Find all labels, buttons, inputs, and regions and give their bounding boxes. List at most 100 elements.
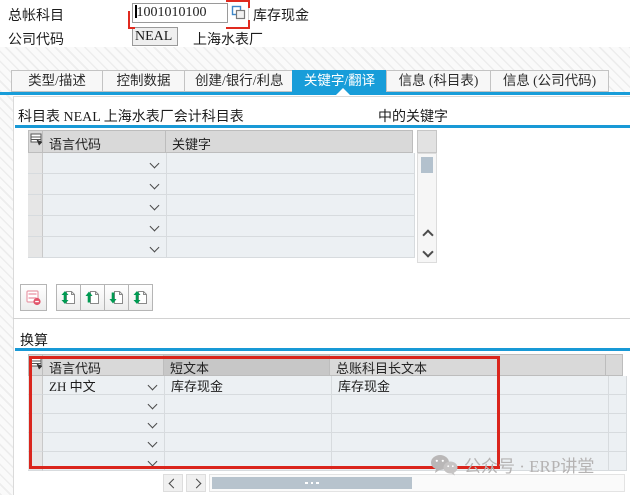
keyword-cell[interactable] — [167, 237, 415, 258]
language-dropdown[interactable] — [43, 216, 167, 237]
delete-row-icon — [25, 289, 42, 306]
horizontal-scrollbar-thumb[interactable] — [212, 477, 412, 489]
translation-col-language[interactable]: 语言代码 — [42, 354, 164, 376]
row-selector[interactable] — [28, 452, 43, 471]
language-dropdown[interactable] — [43, 153, 167, 174]
language-dropdown[interactable] — [43, 414, 165, 433]
extra-cell — [609, 414, 627, 433]
row-selector[interactable] — [28, 195, 43, 216]
delete-row-button[interactable] — [20, 284, 47, 311]
chevron-down-icon — [148, 380, 158, 390]
wechat-icon — [430, 454, 458, 476]
translation-col-long-text[interactable]: 总账科目长文本 — [329, 354, 606, 376]
chevron-down-icon — [150, 158, 160, 168]
language-dropdown[interactable] — [43, 237, 167, 258]
long-text-cell[interactable]: 库存现金 — [332, 376, 609, 395]
multiple-values-icon[interactable] — [230, 4, 246, 21]
select-all-icon[interactable] — [28, 354, 43, 376]
last-page-button[interactable] — [128, 284, 153, 311]
row-selector[interactable] — [28, 433, 43, 452]
keywords-col-language[interactable]: 语言代码 — [42, 130, 166, 153]
short-text-cell[interactable] — [165, 395, 332, 414]
vertical-scrollbar-thumb[interactable] — [421, 157, 433, 173]
keywords-table: 语言代码 关键字 — [28, 130, 415, 258]
translation-section-title: 换算 — [20, 330, 48, 350]
translation-row — [28, 395, 627, 414]
short-text-cell[interactable] — [165, 414, 332, 433]
keywords-row — [28, 216, 415, 237]
tab-info-company-code[interactable]: 信息 (公司代码) — [490, 70, 609, 92]
tab-info-chart-of-accounts[interactable]: 信息 (科目表) — [386, 70, 491, 92]
long-text-cell[interactable] — [332, 433, 609, 452]
language-dropdown[interactable] — [43, 452, 165, 471]
annotation-bracket-bottom-right — [226, 20, 250, 29]
language-dropdown[interactable] — [43, 195, 167, 216]
chevron-down-icon — [150, 242, 160, 252]
language-dropdown[interactable] — [43, 433, 165, 452]
short-text-cell[interactable] — [165, 452, 332, 471]
short-text-cell[interactable]: 库存现金 — [165, 376, 332, 395]
extra-cell — [609, 376, 627, 395]
sap-gl-account-screen: 总帐科目 1001010100 库存现金 公司代码 NEAL 上海水表厂 类型/… — [0, 0, 630, 495]
scroll-down-icon[interactable] — [424, 248, 432, 256]
page-nav-buttons — [57, 284, 153, 311]
first-page-button[interactable] — [56, 284, 81, 311]
language-dropdown[interactable] — [43, 174, 167, 195]
keyword-cell[interactable] — [167, 174, 415, 195]
chevron-down-icon — [150, 200, 160, 210]
short-text-cell[interactable] — [165, 433, 332, 452]
panel-border — [13, 96, 630, 97]
scroll-up-icon[interactable] — [424, 231, 432, 239]
long-text-cell[interactable] — [332, 414, 609, 433]
keyword-cell[interactable] — [167, 153, 415, 174]
keywords-row — [28, 174, 415, 195]
select-all-icon[interactable] — [28, 130, 43, 153]
gl-account-input[interactable]: 1001010100 — [132, 3, 228, 23]
company-code-description: 上海水表厂 — [193, 29, 263, 49]
language-dropdown[interactable]: ZH 中文 — [43, 376, 165, 395]
extra-cell — [609, 452, 627, 471]
keywords-section-title: 科目表 NEAL 上海水表厂会计科目表 — [18, 106, 244, 126]
scroll-left-button[interactable] — [163, 474, 183, 492]
row-selector[interactable] — [28, 216, 43, 237]
long-text-cell[interactable] — [332, 395, 609, 414]
previous-page-button[interactable] — [80, 284, 105, 311]
next-page-icon — [108, 289, 125, 306]
translation-col-extra — [605, 354, 623, 376]
keywords-col-keyword[interactable]: 关键字 — [165, 130, 413, 153]
chevron-down-icon — [150, 221, 160, 231]
row-selector[interactable] — [28, 153, 43, 174]
row-selector[interactable] — [28, 395, 43, 414]
active-tab-notch — [336, 88, 350, 95]
section-underline — [15, 125, 630, 128]
keywords-row — [28, 237, 415, 258]
panel-border — [13, 96, 14, 495]
watermark-text: 公众号 · ERP讲堂 — [464, 452, 594, 477]
chevron-down-icon — [150, 179, 160, 189]
previous-page-icon — [84, 289, 101, 306]
tab-control-data[interactable]: 控制数据 — [102, 70, 185, 92]
translation-col-short-text[interactable]: 短文本 — [163, 354, 330, 376]
chevron-down-icon — [148, 399, 158, 409]
extra-cell — [609, 395, 627, 414]
row-selector[interactable] — [28, 376, 43, 395]
keywords-section-title-suffix: 中的关键字 — [378, 106, 448, 126]
row-selector[interactable] — [28, 414, 43, 433]
row-selector[interactable] — [28, 237, 43, 258]
last-page-icon — [132, 289, 149, 306]
next-page-button[interactable] — [104, 284, 129, 311]
row-selector[interactable] — [28, 174, 43, 195]
tab-create-bank-interest[interactable]: 创建/银行/利息 — [184, 70, 293, 92]
section-underline — [15, 348, 630, 351]
keyword-cell[interactable] — [167, 195, 415, 216]
company-code-label: 公司代码 — [8, 29, 64, 49]
group-separator — [13, 318, 630, 319]
language-dropdown[interactable] — [43, 395, 165, 414]
tab-type-description[interactable]: 类型/描述 — [11, 70, 103, 92]
company-code-input[interactable]: NEAL — [132, 27, 178, 46]
keyword-cell[interactable] — [167, 216, 415, 237]
left-margin-pattern — [0, 95, 13, 495]
scroll-right-button[interactable] — [186, 474, 206, 492]
tab-strip: 类型/描述 控制数据 创建/银行/利息 关键字/翻译 信息 (科目表) 信息 (… — [12, 70, 609, 92]
translation-row — [28, 433, 627, 452]
